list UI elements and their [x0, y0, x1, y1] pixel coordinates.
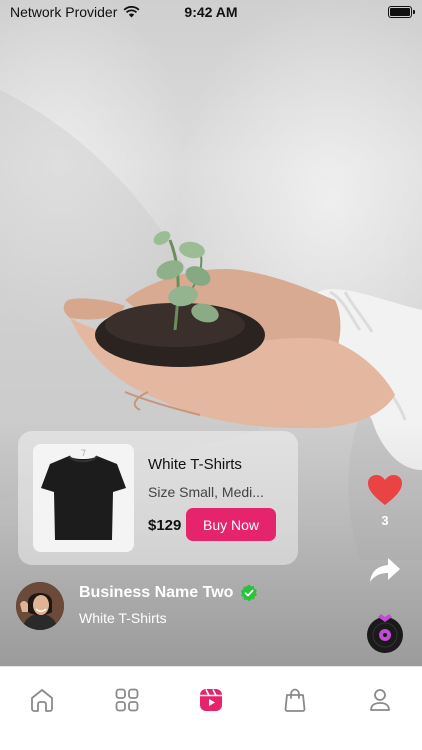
product-subtitle: Size Small, Medi... [148, 484, 264, 500]
product-thumbnail[interactable] [33, 444, 134, 552]
tshirt-image [33, 444, 134, 552]
business-subtitle: White T-Shirts [79, 610, 167, 626]
shopping-bag-icon [284, 688, 306, 712]
heart-icon [368, 475, 402, 505]
product-title: White T-Shirts [148, 456, 242, 473]
avatar[interactable] [16, 582, 64, 630]
status-bar: Network Provider 9:42 AM [0, 0, 422, 24]
reel-background-image [0, 0, 422, 666]
nav-profile[interactable] [360, 684, 400, 716]
business-name-row[interactable]: Business Name Two [79, 584, 258, 602]
status-left: Network Provider [10, 4, 140, 20]
music-disc[interactable] [365, 612, 405, 654]
carrier-label: Network Provider [10, 4, 118, 20]
product-price: $129 [148, 517, 182, 534]
music-disc-icon [367, 614, 403, 653]
nav-reels[interactable] [191, 684, 231, 716]
product-card[interactable]: White T-Shirts Size Small, Medi... $129 … [18, 431, 298, 565]
share-button[interactable] [368, 555, 402, 585]
bottom-nav [0, 666, 422, 750]
avatar-image [16, 582, 64, 630]
reels-icon [199, 689, 222, 711]
business-name[interactable]: Business Name Two [79, 584, 233, 602]
grid-icon [115, 688, 138, 712]
battery-icon [388, 6, 415, 18]
nav-categories[interactable] [107, 684, 147, 716]
share-icon [370, 558, 400, 582]
user-icon [369, 689, 390, 711]
battery-level [390, 8, 410, 16]
verified-badge-icon [241, 584, 258, 602]
like-count: 3 [381, 513, 389, 528]
like-button[interactable] [366, 473, 404, 507]
home-icon [31, 689, 54, 712]
nav-shop[interactable] [275, 684, 315, 716]
buy-now-button[interactable]: Buy Now [186, 508, 276, 541]
wifi-icon [123, 6, 140, 18]
nav-home[interactable] [22, 684, 62, 716]
